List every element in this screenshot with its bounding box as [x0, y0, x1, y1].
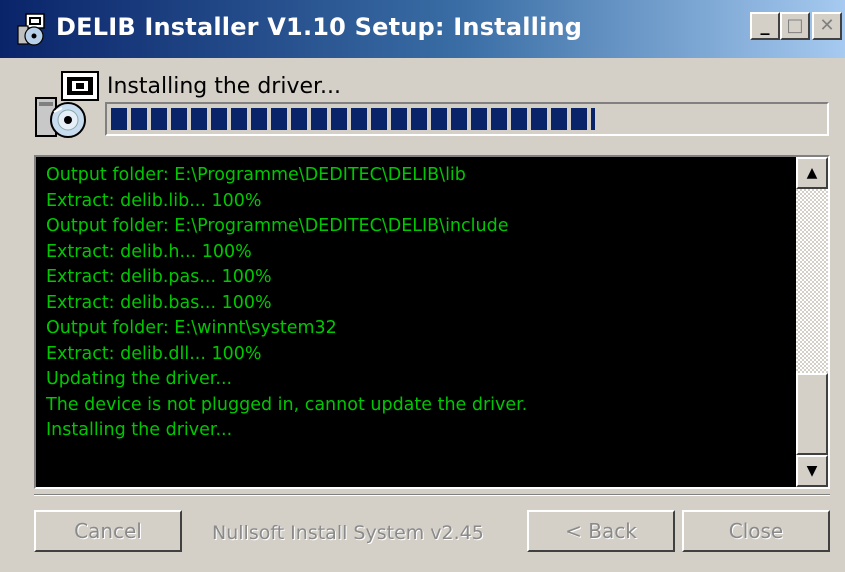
back-button[interactable]: < Back	[527, 510, 675, 552]
arrow-down-icon: ▼	[806, 463, 818, 479]
log-line: Extract: delib.pas... 100%	[46, 267, 272, 287]
scroll-up-button[interactable]: ▲	[796, 157, 828, 189]
status-text: Installing the driver...	[107, 74, 342, 99]
installer-window: DELIB Installer V1.10 Setup: Installing …	[0, 0, 845, 572]
window-title: DELIB Installer V1.10 Setup: Installing	[56, 13, 583, 41]
cancel-button[interactable]: Cancel	[34, 510, 182, 552]
close-button[interactable]: Close	[682, 510, 830, 552]
minimize-button[interactable]: _	[750, 12, 780, 40]
progress-segment	[111, 108, 127, 130]
log-line: Output folder: E:\Programme\DEDITEC\DELI…	[46, 216, 509, 236]
progress-segment	[271, 108, 287, 130]
progress-segment	[351, 108, 367, 130]
progress-bar	[105, 102, 829, 136]
status-header: Installing the driver...	[0, 58, 845, 150]
minimize-icon: _	[760, 15, 770, 36]
branding-text: Nullsoft Install System v2.45	[212, 522, 484, 544]
log-line: Extract: delib.dll... 100%	[46, 343, 262, 364]
progress-segment	[551, 108, 567, 130]
progress-segment	[171, 108, 187, 130]
log-line: Output folder: E:\winnt\system32	[46, 318, 337, 338]
progress-segment	[251, 108, 267, 130]
log-line: Output folder: E:\Programme\DEDITEC\DELI…	[46, 165, 466, 185]
log-line: Extract: delib.lib... 100%	[46, 190, 262, 211]
scroll-down-button[interactable]: ▼	[796, 455, 828, 487]
progress-segment	[191, 108, 207, 130]
progress-segment	[511, 108, 527, 130]
log-scrollbar[interactable]: ▲ ▼	[796, 157, 828, 487]
scroll-thumb[interactable]	[796, 373, 828, 455]
progress-segment	[331, 108, 347, 130]
installer-app-icon	[17, 13, 45, 46]
progress-segment	[231, 108, 247, 130]
log-lines: Output folder: E:\Programme\DEDITEC\DELI…	[46, 163, 796, 444]
close-window-button[interactable]: ✕	[812, 12, 842, 40]
progress-segment	[431, 108, 447, 130]
footer-separator	[34, 494, 830, 496]
arrow-up-icon: ▲	[806, 165, 818, 181]
log-line: The device is not plugged in, cannot upd…	[46, 394, 528, 415]
progress-segment	[471, 108, 487, 130]
progress-segment	[591, 108, 595, 130]
progress-segment	[571, 108, 587, 130]
progress-segment	[531, 108, 547, 130]
maximize-icon: □	[786, 15, 804, 36]
progress-segment	[131, 108, 147, 130]
log-line: Installing the driver...	[46, 420, 233, 440]
title-bar[interactable]: DELIB Installer V1.10 Setup: Installing …	[0, 0, 845, 58]
progress-segment	[491, 108, 507, 130]
progress-segment	[451, 108, 467, 130]
progress-segment	[211, 108, 227, 130]
progress-segment	[411, 108, 427, 130]
log-line: Updating the driver...	[46, 369, 233, 389]
log-line: Extract: delib.h... 100%	[46, 241, 252, 262]
progress-segment	[371, 108, 387, 130]
install-log[interactable]: Output folder: E:\Programme\DEDITEC\DELI…	[34, 155, 830, 489]
installer-disk-icon	[35, 71, 99, 138]
maximize-button[interactable]: □	[780, 12, 810, 40]
progress-fill	[111, 108, 595, 130]
close-icon: ✕	[819, 15, 835, 36]
progress-segment	[291, 108, 307, 130]
log-line: Extract: delib.bas... 100%	[46, 292, 272, 313]
progress-segment	[311, 108, 327, 130]
progress-segment	[391, 108, 407, 130]
progress-segment	[151, 108, 167, 130]
